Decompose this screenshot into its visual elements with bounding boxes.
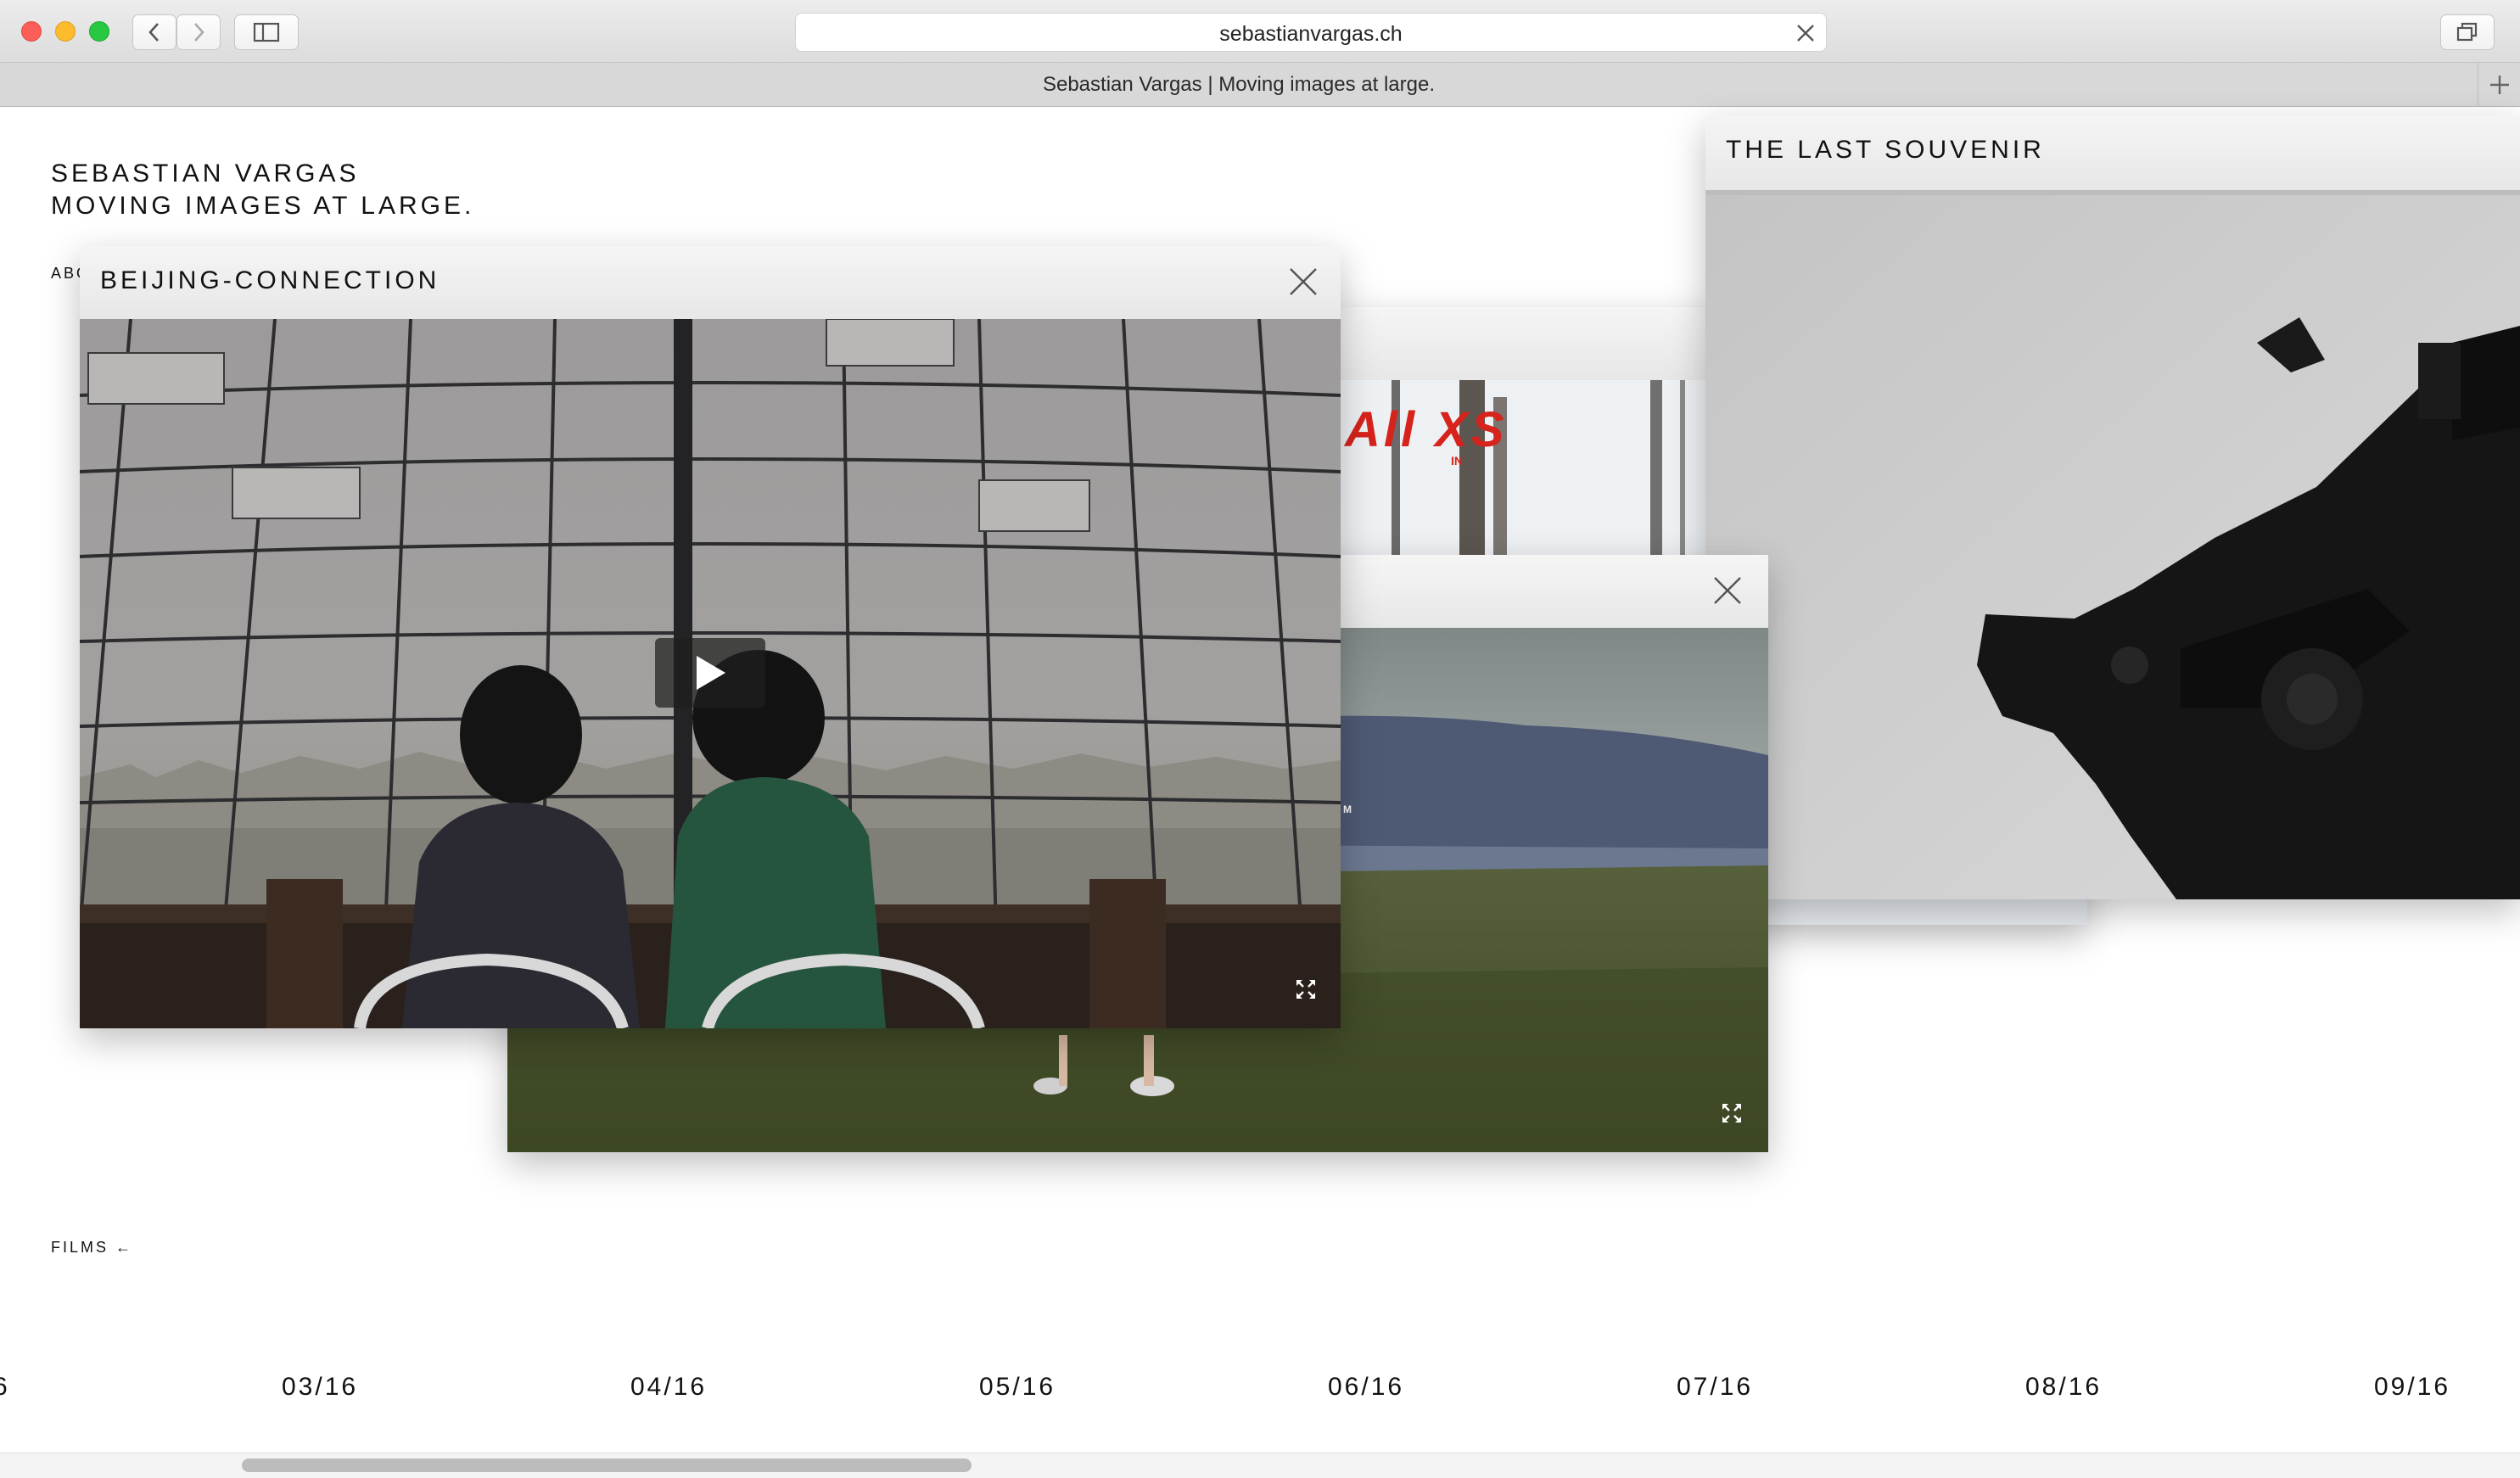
close-window-button[interactable] xyxy=(1712,575,1743,610)
fullscreen-icon xyxy=(1296,980,1315,999)
timeline-month[interactable]: 03/16 xyxy=(282,1373,358,1402)
video-still-last-souvenir[interactable] xyxy=(1705,190,2520,899)
close-window-button[interactable] xyxy=(21,21,42,42)
tabs-overview-button[interactable] xyxy=(2440,14,2495,50)
close-window-button[interactable] xyxy=(1288,266,1319,301)
sidebar-button[interactable] xyxy=(234,14,299,50)
active-tab[interactable]: Sebastian Vargas | Moving images at larg… xyxy=(0,73,2478,97)
timeline-month[interactable]: 05/16 xyxy=(979,1373,1056,1402)
window-title: THE LAST SOUVENIR xyxy=(1726,136,2045,164)
forward-button[interactable] xyxy=(176,14,221,50)
back-button[interactable] xyxy=(132,14,176,50)
fullscreen-button[interactable] xyxy=(1721,1102,1743,1128)
forward-icon xyxy=(194,23,204,42)
timeline-month[interactable]: 04/16 xyxy=(630,1373,707,1402)
clear-icon xyxy=(1797,25,1814,42)
video-player-beijing[interactable] xyxy=(80,319,1341,1028)
site-title[interactable]: SEBASTIAN VARGAS MOVING IMAGES AT LARGE. xyxy=(51,158,474,222)
allxs-overlay-text: All XS xyxy=(1343,402,1508,457)
close-icon xyxy=(1290,268,1317,295)
play-icon xyxy=(697,656,725,690)
sidebar-icon xyxy=(253,22,280,42)
fullscreen-button[interactable] xyxy=(1295,978,1317,1005)
timeline-month[interactable]: 6 xyxy=(0,1373,10,1402)
film-window-last-souvenir[interactable]: THE LAST SOUVENIR xyxy=(1705,115,2520,899)
horizontal-scrollbar-thumb[interactable] xyxy=(242,1458,972,1472)
films-link[interactable]: FILMS ← xyxy=(51,1239,133,1257)
camera-rig-still xyxy=(1705,190,2520,899)
timeline-month[interactable]: 08/16 xyxy=(2025,1373,2102,1402)
timeline-month[interactable]: 06/16 xyxy=(1328,1373,1404,1402)
tabs-overview-icon xyxy=(2456,22,2478,42)
landscape-caption: M xyxy=(1343,803,1352,815)
new-tab-icon xyxy=(2489,75,2509,94)
timeline-month[interactable]: 07/16 xyxy=(1677,1373,1753,1402)
site-tagline: MOVING IMAGES AT LARGE. xyxy=(51,192,475,220)
fullscreen-icon xyxy=(1722,1104,1741,1122)
browser-toolbar: sebastianvargas.ch xyxy=(0,0,2520,63)
site-name: SEBASTIAN VARGAS xyxy=(51,160,360,188)
zoom-window-button[interactable] xyxy=(89,21,109,42)
window-header[interactable]: THE LAST SOUVENIR xyxy=(1705,115,2520,190)
minimize-window-button[interactable] xyxy=(55,21,76,42)
allxs-small-text: IN xyxy=(1451,454,1463,467)
address-text: sebastianvargas.ch xyxy=(1219,22,1403,46)
tab-bar: Sebastian Vargas | Moving images at larg… xyxy=(0,63,2520,107)
address-bar[interactable]: sebastianvargas.ch xyxy=(795,13,1827,52)
timeline-month[interactable]: 09/16 xyxy=(2374,1373,2450,1402)
new-tab-button[interactable] xyxy=(2478,63,2520,106)
film-window-beijing-connection[interactable]: BEIJING-CONNECTION xyxy=(80,246,1341,1028)
back-icon xyxy=(148,23,159,42)
clear-address-button[interactable] xyxy=(1795,23,1816,48)
window-title: BEIJING-CONNECTION xyxy=(100,266,440,294)
play-button[interactable] xyxy=(655,638,765,708)
window-header[interactable]: BEIJING-CONNECTION xyxy=(80,246,1341,319)
close-icon xyxy=(1714,577,1741,604)
